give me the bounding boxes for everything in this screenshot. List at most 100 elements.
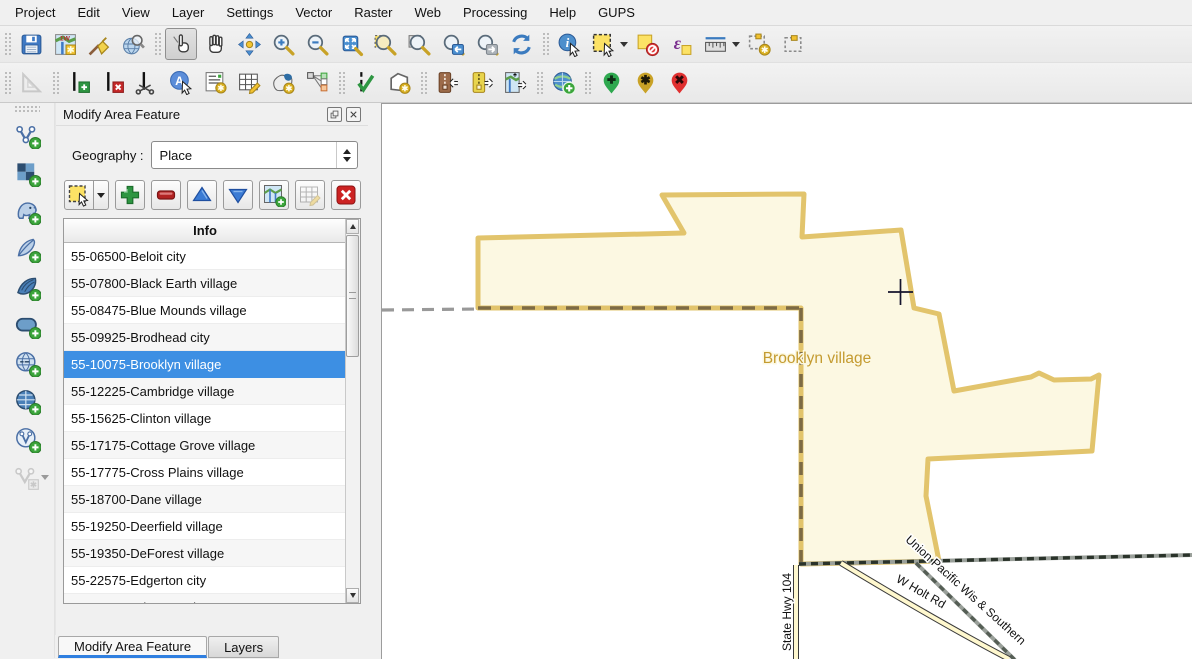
zoom-layer-button[interactable]	[403, 28, 435, 60]
add-wcs-button[interactable]	[6, 383, 48, 419]
toolbar-drag-handle[interactable]	[3, 31, 11, 57]
topology-button[interactable]	[301, 67, 333, 99]
panel-close-button[interactable]	[346, 107, 361, 122]
split-linear-button[interactable]	[131, 67, 163, 99]
list-scrollbar[interactable]	[345, 219, 360, 603]
menu-project[interactable]: Project	[4, 1, 66, 24]
list-item[interactable]: 55-22575-Edgerton city	[64, 594, 346, 603]
add-postgis-button[interactable]	[6, 193, 48, 229]
cancel-button[interactable]	[331, 180, 361, 210]
move-down-button[interactable]	[223, 180, 253, 210]
zoom-last-button[interactable]	[437, 28, 469, 60]
measure-dropdown-arrow[interactable]	[730, 29, 742, 59]
zoom-next-button[interactable]	[471, 28, 503, 60]
move-ruler-button[interactable]	[15, 67, 47, 99]
globe-search-button[interactable]	[117, 28, 149, 60]
pin-asterisk-button[interactable]	[629, 67, 661, 99]
place-boundary-polygon[interactable]	[478, 194, 1099, 564]
menu-view[interactable]: View	[111, 1, 161, 24]
list-item[interactable]: 55-17175-Cottage Grove village	[64, 432, 346, 459]
list-item[interactable]: 55-18700-Dane village	[64, 486, 346, 513]
add-raster-button[interactable]	[6, 155, 48, 191]
scroll-up-button[interactable]	[346, 219, 359, 234]
list-item[interactable]: 55-17775-Cross Plains village	[64, 459, 346, 486]
zoom-in-button[interactable]	[267, 28, 299, 60]
add-wms-button[interactable]	[6, 345, 48, 381]
list-item[interactable]: 55-22575-Edgerton city	[64, 567, 346, 594]
zoom-out-button[interactable]	[301, 28, 333, 60]
list-item[interactable]: 55-19250-Deerfield village	[64, 513, 346, 540]
pan-selection-button[interactable]	[233, 28, 265, 60]
attr-table-button[interactable]	[233, 67, 265, 99]
menu-vector[interactable]: Vector	[284, 1, 343, 24]
menu-processing[interactable]: Processing	[452, 1, 538, 24]
refresh-button[interactable]	[505, 28, 537, 60]
save-button[interactable]	[15, 28, 47, 60]
select-area-button[interactable]	[64, 180, 94, 210]
menu-web[interactable]: Web	[404, 1, 453, 24]
zoom-selection-button[interactable]	[369, 28, 401, 60]
bookmark-show-button[interactable]	[777, 28, 809, 60]
clean-button[interactable]	[83, 28, 115, 60]
web-add-button[interactable]	[547, 67, 579, 99]
export-map-button[interactable]	[499, 67, 531, 99]
menu-edit[interactable]: Edit	[66, 1, 110, 24]
geometry-edit-button[interactable]	[267, 67, 299, 99]
add-linear-button[interactable]	[63, 67, 95, 99]
list-item[interactable]: 55-15625-Clinton village	[64, 405, 346, 432]
menu-layer[interactable]: Layer	[161, 1, 216, 24]
add-vector-button[interactable]	[6, 117, 48, 153]
menu-settings[interactable]: Settings	[215, 1, 284, 24]
list-item[interactable]: 55-07800-Black Earth village	[64, 270, 346, 297]
edit-table-button[interactable]	[295, 180, 325, 210]
list-item[interactable]: 55-19350-DeForest village	[64, 540, 346, 567]
pin-add-button[interactable]	[595, 67, 627, 99]
list-item-selected[interactable]: 55-10075-Brooklyn village	[64, 351, 346, 378]
list-item[interactable]: 55-06500-Beloit city	[64, 243, 346, 270]
list-item[interactable]: 55-09925-Brodhead city	[64, 324, 346, 351]
add-mssql-button[interactable]	[6, 269, 48, 305]
list-item[interactable]: 55-08475-Blue Mounds village	[64, 297, 346, 324]
validate-button[interactable]	[349, 67, 381, 99]
dock-splitter[interactable]	[368, 103, 381, 658]
scroll-down-button[interactable]	[346, 588, 359, 603]
scrollbar-thumb[interactable]	[346, 235, 359, 357]
form-edit-button[interactable]	[199, 67, 231, 99]
area-edit-button[interactable]	[383, 67, 415, 99]
map-project-button[interactable]: 1W	[49, 28, 81, 60]
zoom-full-button[interactable]	[335, 28, 367, 60]
move-up-button[interactable]	[187, 180, 217, 210]
select-area-dropdown-arrow[interactable]	[94, 180, 109, 210]
menu-gups[interactable]: GUPS	[587, 1, 646, 24]
touch-button[interactable]	[165, 28, 197, 60]
label-edit-button[interactable]: A	[165, 67, 197, 99]
import-zip-button[interactable]	[431, 67, 463, 99]
add-spatialite-button[interactable]	[6, 231, 48, 267]
add-wfs-button[interactable]	[6, 421, 48, 457]
menu-raster[interactable]: Raster	[343, 1, 403, 24]
add-map-button[interactable]	[259, 180, 289, 210]
bookmark-new-button[interactable]	[743, 28, 775, 60]
identify-button[interactable]: i	[553, 28, 585, 60]
tab-modify-area-feature[interactable]: Modify Area Feature	[58, 636, 207, 658]
pin-delete-button[interactable]	[663, 67, 695, 99]
select-dropdown-arrow[interactable]	[618, 29, 630, 59]
remove-area-button[interactable]	[151, 180, 181, 210]
select-expression-button[interactable]: ε	[665, 28, 697, 60]
toolbar-drag-handle[interactable]	[3, 70, 11, 96]
measure-button[interactable]	[699, 28, 731, 60]
map-canvas[interactable]: Brooklyn village State Hwy 104 W Holt Rd…	[381, 103, 1192, 659]
add-area-button[interactable]	[115, 180, 145, 210]
panel-float-button[interactable]	[327, 107, 342, 122]
select-button[interactable]	[587, 28, 619, 60]
tab-layers[interactable]: Layers	[208, 636, 279, 658]
pan-button[interactable]	[199, 28, 231, 60]
add-oracle-button[interactable]	[6, 307, 48, 343]
export-zip-button[interactable]	[465, 67, 497, 99]
new-layer-button[interactable]	[5, 459, 47, 495]
geography-select[interactable]: Place	[151, 141, 358, 169]
toolbar-drag-handle[interactable]	[14, 105, 40, 113]
delete-linear-button[interactable]	[97, 67, 129, 99]
combo-spinner[interactable]	[336, 142, 357, 168]
menu-help[interactable]: Help	[538, 1, 587, 24]
